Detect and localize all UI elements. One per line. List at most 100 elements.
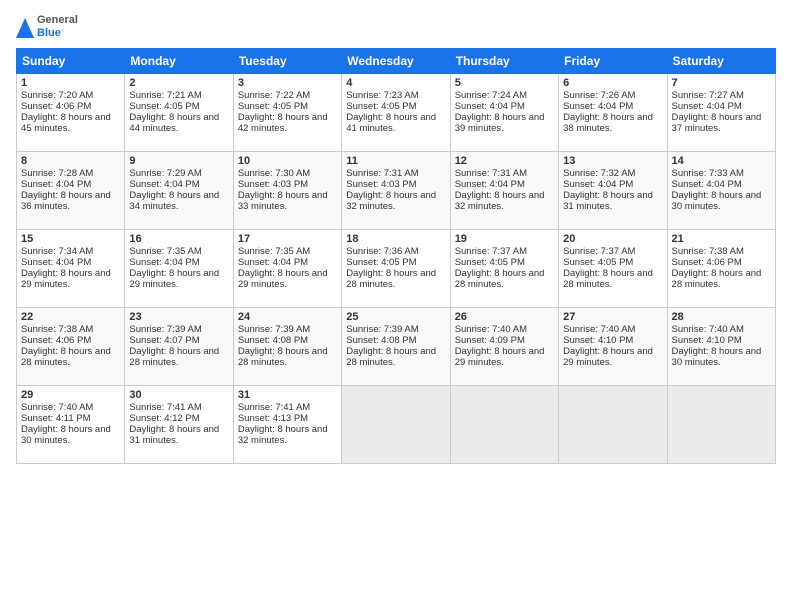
day-number: 28 <box>672 311 771 323</box>
calendar-cell: 6 Sunrise: 7:26 AM Sunset: 4:04 PM Dayli… <box>559 74 667 152</box>
calendar-cell: 31 Sunrise: 7:41 AM Sunset: 4:13 PM Dayl… <box>233 386 341 464</box>
sunrise-label: Sunrise: 7:29 AM <box>129 168 201 179</box>
sunset-label: Sunset: 4:12 PM <box>129 413 199 424</box>
daylight-label: Daylight: 8 hours and 32 minutes. <box>346 190 436 212</box>
sunset-label: Sunset: 4:04 PM <box>563 179 633 190</box>
daylight-label: Daylight: 8 hours and 32 minutes. <box>455 190 545 212</box>
calendar-cell: 18 Sunrise: 7:36 AM Sunset: 4:05 PM Dayl… <box>342 230 450 308</box>
calendar-header-row: SundayMondayTuesdayWednesdayThursdayFrid… <box>17 49 776 74</box>
calendar-cell: 28 Sunrise: 7:40 AM Sunset: 4:10 PM Dayl… <box>667 308 775 386</box>
sunset-label: Sunset: 4:04 PM <box>455 101 525 112</box>
daylight-label: Daylight: 8 hours and 28 minutes. <box>21 346 111 368</box>
sunrise-label: Sunrise: 7:35 AM <box>129 246 201 257</box>
sunset-label: Sunset: 4:05 PM <box>129 101 199 112</box>
sunset-label: Sunset: 4:04 PM <box>129 179 199 190</box>
day-number: 2 <box>129 77 228 89</box>
sunset-label: Sunset: 4:13 PM <box>238 413 308 424</box>
day-number: 8 <box>21 155 120 167</box>
calendar-cell: 7 Sunrise: 7:27 AM Sunset: 4:04 PM Dayli… <box>667 74 775 152</box>
daylight-label: Daylight: 8 hours and 28 minutes. <box>455 268 545 290</box>
sunrise-label: Sunrise: 7:31 AM <box>455 168 527 179</box>
calendar-cell: 16 Sunrise: 7:35 AM Sunset: 4:04 PM Dayl… <box>125 230 233 308</box>
daylight-label: Daylight: 8 hours and 45 minutes. <box>21 112 111 134</box>
calendar-cell: 22 Sunrise: 7:38 AM Sunset: 4:06 PM Dayl… <box>17 308 125 386</box>
calendar-cell: 25 Sunrise: 7:39 AM Sunset: 4:08 PM Dayl… <box>342 308 450 386</box>
sunset-label: Sunset: 4:04 PM <box>21 179 91 190</box>
sunrise-label: Sunrise: 7:33 AM <box>672 168 744 179</box>
sunrise-label: Sunrise: 7:41 AM <box>238 402 310 413</box>
daylight-label: Daylight: 8 hours and 42 minutes. <box>238 112 328 134</box>
top-section: General Blue <box>16 14 776 40</box>
sunset-label: Sunset: 4:05 PM <box>346 257 416 268</box>
day-number: 3 <box>238 77 337 89</box>
calendar-header-tuesday: Tuesday <box>233 49 341 74</box>
daylight-label: Daylight: 8 hours and 29 minutes. <box>563 346 653 368</box>
sunset-label: Sunset: 4:06 PM <box>672 257 742 268</box>
sunset-label: Sunset: 4:04 PM <box>21 257 91 268</box>
logo-container: General Blue <box>16 14 78 40</box>
day-number: 24 <box>238 311 337 323</box>
sunset-label: Sunset: 4:04 PM <box>563 101 633 112</box>
daylight-label: Daylight: 8 hours and 33 minutes. <box>238 190 328 212</box>
calendar-cell: 11 Sunrise: 7:31 AM Sunset: 4:03 PM Dayl… <box>342 152 450 230</box>
day-number: 22 <box>21 311 120 323</box>
day-number: 23 <box>129 311 228 323</box>
calendar-cell: 20 Sunrise: 7:37 AM Sunset: 4:05 PM Dayl… <box>559 230 667 308</box>
day-number: 29 <box>21 389 120 401</box>
calendar-cell: 30 Sunrise: 7:41 AM Sunset: 4:12 PM Dayl… <box>125 386 233 464</box>
day-number: 14 <box>672 155 771 167</box>
sunrise-label: Sunrise: 7:32 AM <box>563 168 635 179</box>
daylight-label: Daylight: 8 hours and 29 minutes. <box>21 268 111 290</box>
daylight-label: Daylight: 8 hours and 29 minutes. <box>455 346 545 368</box>
daylight-label: Daylight: 8 hours and 44 minutes. <box>129 112 219 134</box>
sunset-label: Sunset: 4:09 PM <box>455 335 525 346</box>
day-number: 31 <box>238 389 337 401</box>
sunset-label: Sunset: 4:11 PM <box>21 413 91 424</box>
calendar-header-friday: Friday <box>559 49 667 74</box>
calendar-cell: 4 Sunrise: 7:23 AM Sunset: 4:05 PM Dayli… <box>342 74 450 152</box>
calendar-cell <box>667 386 775 464</box>
calendar-week-3: 15 Sunrise: 7:34 AM Sunset: 4:04 PM Dayl… <box>17 230 776 308</box>
sunrise-label: Sunrise: 7:27 AM <box>672 90 744 101</box>
sunrise-label: Sunrise: 7:38 AM <box>672 246 744 257</box>
logo-triangle <box>16 16 34 38</box>
calendar-header-monday: Monday <box>125 49 233 74</box>
sunset-label: Sunset: 4:03 PM <box>238 179 308 190</box>
sunset-label: Sunset: 4:03 PM <box>346 179 416 190</box>
sunset-label: Sunset: 4:06 PM <box>21 101 91 112</box>
sunrise-label: Sunrise: 7:35 AM <box>238 246 310 257</box>
daylight-label: Daylight: 8 hours and 31 minutes. <box>563 190 653 212</box>
sunrise-label: Sunrise: 7:31 AM <box>346 168 418 179</box>
daylight-label: Daylight: 8 hours and 28 minutes. <box>346 268 436 290</box>
page: General Blue SundayMondayTuesdayWednesda… <box>0 0 792 612</box>
calendar-table: SundayMondayTuesdayWednesdayThursdayFrid… <box>16 48 776 464</box>
day-number: 16 <box>129 233 228 245</box>
sunrise-label: Sunrise: 7:26 AM <box>563 90 635 101</box>
calendar-cell: 9 Sunrise: 7:29 AM Sunset: 4:04 PM Dayli… <box>125 152 233 230</box>
sunrise-label: Sunrise: 7:37 AM <box>563 246 635 257</box>
calendar-cell: 13 Sunrise: 7:32 AM Sunset: 4:04 PM Dayl… <box>559 152 667 230</box>
calendar-cell <box>342 386 450 464</box>
calendar-header-thursday: Thursday <box>450 49 558 74</box>
daylight-label: Daylight: 8 hours and 28 minutes. <box>563 268 653 290</box>
calendar-week-4: 22 Sunrise: 7:38 AM Sunset: 4:06 PM Dayl… <box>17 308 776 386</box>
day-number: 21 <box>672 233 771 245</box>
calendar-cell: 1 Sunrise: 7:20 AM Sunset: 4:06 PM Dayli… <box>17 74 125 152</box>
day-number: 10 <box>238 155 337 167</box>
sunrise-label: Sunrise: 7:39 AM <box>346 324 418 335</box>
day-number: 19 <box>455 233 554 245</box>
day-number: 30 <box>129 389 228 401</box>
logo-general-text: General <box>37 14 78 27</box>
daylight-label: Daylight: 8 hours and 28 minutes. <box>672 268 762 290</box>
daylight-label: Daylight: 8 hours and 30 minutes. <box>672 190 762 212</box>
sunrise-label: Sunrise: 7:39 AM <box>238 324 310 335</box>
calendar-cell: 21 Sunrise: 7:38 AM Sunset: 4:06 PM Dayl… <box>667 230 775 308</box>
daylight-label: Daylight: 8 hours and 28 minutes. <box>238 346 328 368</box>
sunset-label: Sunset: 4:04 PM <box>455 179 525 190</box>
day-number: 13 <box>563 155 662 167</box>
sunset-label: Sunset: 4:08 PM <box>238 335 308 346</box>
calendar-cell: 3 Sunrise: 7:22 AM Sunset: 4:05 PM Dayli… <box>233 74 341 152</box>
calendar-cell: 27 Sunrise: 7:40 AM Sunset: 4:10 PM Dayl… <box>559 308 667 386</box>
daylight-label: Daylight: 8 hours and 41 minutes. <box>346 112 436 134</box>
sunset-label: Sunset: 4:04 PM <box>129 257 199 268</box>
